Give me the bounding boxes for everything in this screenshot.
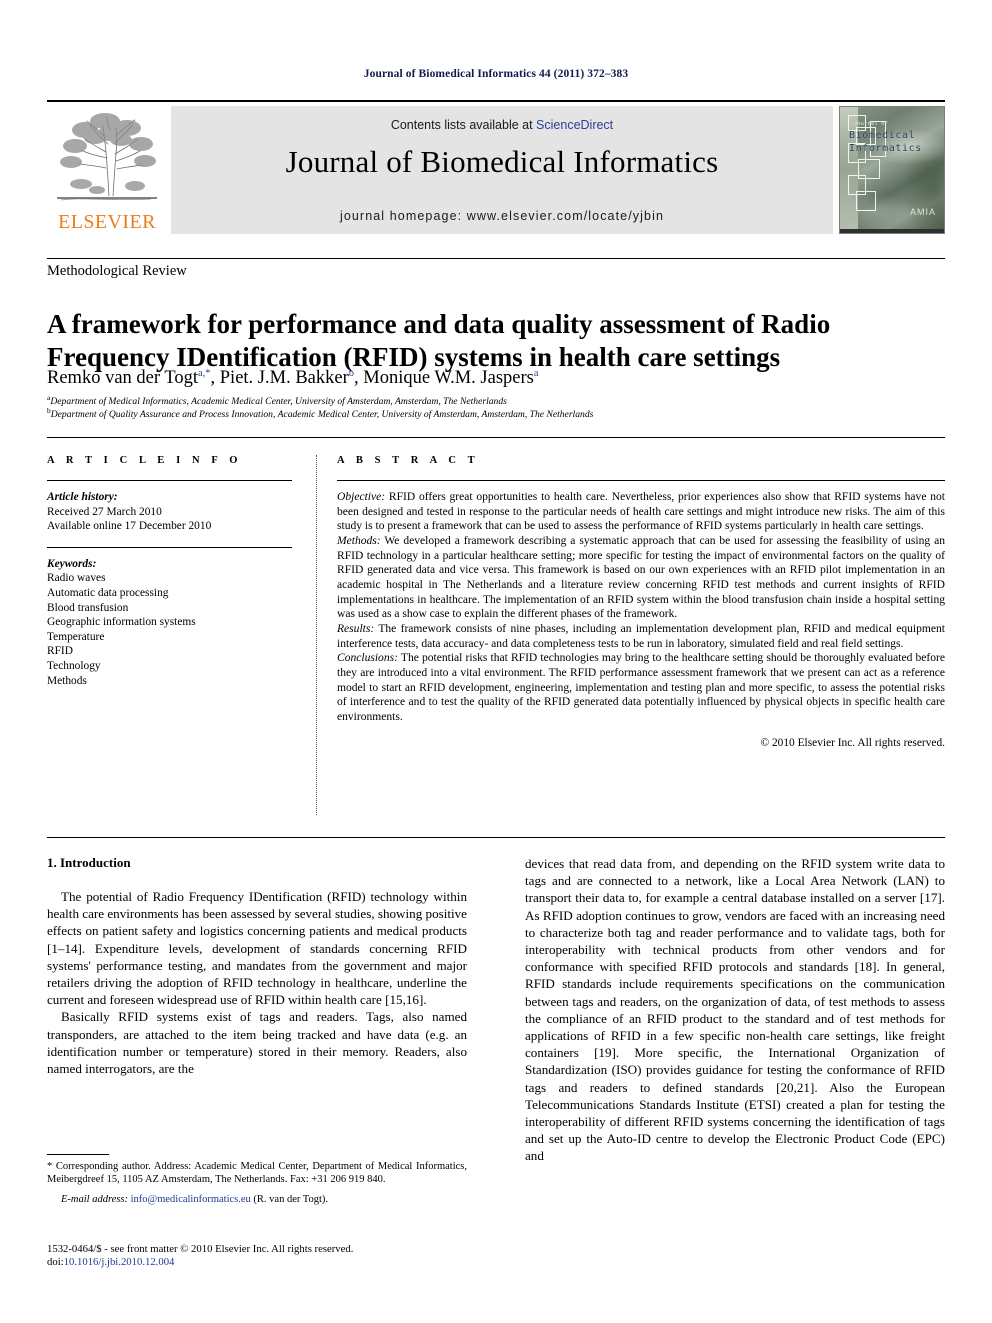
elsevier-wordmark: ELSEVIER [58, 211, 156, 233]
article-history-group: Article history: Received 27 March 2010 … [47, 490, 292, 534]
affiliation-list: aDepartment of Medical Informatics, Acad… [47, 394, 927, 422]
info-abstract-separator [316, 455, 317, 815]
divider-under-history [47, 546, 292, 548]
keyword-item: RFID [47, 645, 73, 658]
doi-line: doi:10.1016/j.jbi.2010.12.004 [47, 1256, 567, 1269]
abstract-section-label: Results: [337, 622, 375, 635]
abstract-section: Objective: RFID offers great opportuniti… [337, 490, 945, 534]
body-column-right: devices that read data from, and dependi… [525, 855, 945, 1165]
running-head: Journal of Biomedical Informatics 44 (20… [363, 68, 629, 80]
affiliation-item: bDepartment of Quality Assurance and Pro… [47, 406, 927, 422]
affiliation-text-b: Department of Quality Assurance and Proc… [50, 408, 594, 420]
affiliation-item: aDepartment of Medical Informatics, Acad… [47, 394, 927, 409]
cover-title: Biomedical Informatics [849, 129, 922, 155]
cover-title-line1: Biomedical [849, 130, 916, 141]
article-history-received: Received 27 March 2010 [47, 505, 162, 518]
keyword-item: Radio waves [47, 572, 106, 585]
abstract-section-label: Objective: [337, 491, 386, 503]
abstract-section-label: Methods: [337, 534, 381, 547]
corresponding-author-note: * Corresponding author. Address: Academi… [47, 1161, 467, 1186]
body-paragraph: The potential of Radio Frequency IDentif… [47, 889, 467, 1008]
abstract-body: Objective: RFID offers great opportuniti… [337, 490, 945, 750]
keyword-list: Radio waves Automatic data processing Bl… [47, 571, 292, 688]
divider-under-abstract-heading [337, 480, 945, 481]
divider-below-info-block [47, 837, 945, 838]
article-first-page: Journal of Biomedical Informatics 44 (20… [0, 0, 992, 1323]
cover-bottom-bar [840, 229, 944, 233]
doi-prefix: doi: [47, 1256, 64, 1269]
email-link[interactable]: info@medicalinformatics.eu [131, 1194, 251, 1205]
cover-title-line2: Informatics [849, 143, 922, 154]
email-suffix: (R. van der Togt). [250, 1194, 329, 1206]
cover-society-mark: AMIA [909, 207, 936, 217]
imprint-block: 1532-0464/$ - see front matter © 2010 El… [47, 1243, 567, 1270]
article-type-label: Methodological Review [47, 263, 187, 279]
abstract-section: Methods: We developed a framework descri… [337, 534, 945, 622]
cover-small-label: Journal of [854, 121, 889, 127]
divider-above-article-type [47, 258, 945, 259]
keyword-item: Methods [47, 674, 87, 687]
keywords-label: Keywords: [47, 557, 97, 570]
body-paragraph: devices that read data from, and dependi… [525, 856, 945, 1164]
keyword-item: Automatic data processing [47, 586, 169, 599]
abstract-section: Conclusions: The potential risks that RF… [337, 651, 945, 724]
divider-above-info-block [47, 437, 945, 438]
article-history-online: Available online 17 December 2010 [47, 520, 212, 533]
keyword-item: Geographic information systems [47, 616, 196, 629]
masthead-center-band: Contents lists available at ScienceDirec… [171, 106, 833, 234]
section-heading-introduction: 1. Introduction [47, 855, 131, 870]
elsevier-tree-icon [57, 113, 157, 201]
page-title: A framework for performance and data qua… [47, 309, 831, 373]
abstract-section-text: The framework consists of nine phases, i… [337, 622, 945, 650]
article-info-column: A R T I C L E I N F O Article history: R… [47, 455, 292, 688]
abstract-copyright: © 2010 Elsevier Inc. All rights reserved… [760, 736, 945, 749]
abstract-heading: A B S T R A C T [337, 455, 480, 466]
journal-masthead: ELSEVIER Contents lists available at Sci… [47, 100, 945, 234]
abstract-section-text: We developed a framework describing a sy… [337, 534, 945, 621]
abstract-section-label: Conclusions: [337, 652, 398, 665]
keywords-group: Keywords: Radio waves Automatic data pro… [47, 557, 292, 688]
body-column-left: 1. Introduction The potential of Radio F… [47, 855, 467, 1077]
abstract-section-text: RFID offers great opportunities to healt… [337, 491, 945, 533]
doi-link[interactable]: 10.1016/j.jbi.2010.12.004 [64, 1256, 175, 1268]
keyword-item: Blood transfusion [47, 601, 129, 614]
email-label: E-mail address: [61, 1194, 128, 1206]
journal-homepage-link[interactable]: journal homepage: www.elsevier.com/locat… [171, 209, 833, 223]
author-list: Remko van der Togta,*, Piet. J.M. Bakker… [47, 367, 539, 388]
elsevier-logo: ELSEVIER [47, 106, 167, 234]
contents-prefix-text: Contents lists available at [390, 118, 537, 132]
footnote-rule [47, 1154, 109, 1155]
abstract-column: A B S T R A C T Objective: RFID offers g… [337, 455, 945, 750]
keyword-item: Technology [47, 659, 101, 672]
article-history-label: Article history: [47, 491, 118, 503]
contents-available-line: Contents lists available at ScienceDirec… [171, 118, 833, 132]
footnote-block: * Corresponding author. Address: Academi… [47, 1160, 467, 1207]
divider-under-info-heading [47, 480, 292, 481]
affiliation-text-a: Department of Medical Informatics, Acade… [50, 396, 507, 407]
abstract-section-text: The potential risks that RFID technologi… [337, 652, 945, 723]
abstract-section: Results: The framework consists of nine … [337, 622, 945, 651]
issn-front-matter-line: 1532-0464/$ - see front matter © 2010 El… [47, 1243, 354, 1255]
body-paragraph: Basically RFID systems exist of tags and… [47, 1009, 467, 1077]
journal-cover-thumbnail: Journal of Biomedical Informatics AMIA [839, 106, 945, 234]
keyword-item: Temperature [47, 630, 105, 643]
sciencedirect-link[interactable]: ScienceDirect [536, 118, 613, 132]
journal-title: Journal of Biomedical Informatics [285, 144, 719, 179]
article-info-heading: A R T I C L E I N F O [47, 455, 243, 466]
email-note: E-mail address: info@medicalinformatics.… [47, 1193, 467, 1206]
